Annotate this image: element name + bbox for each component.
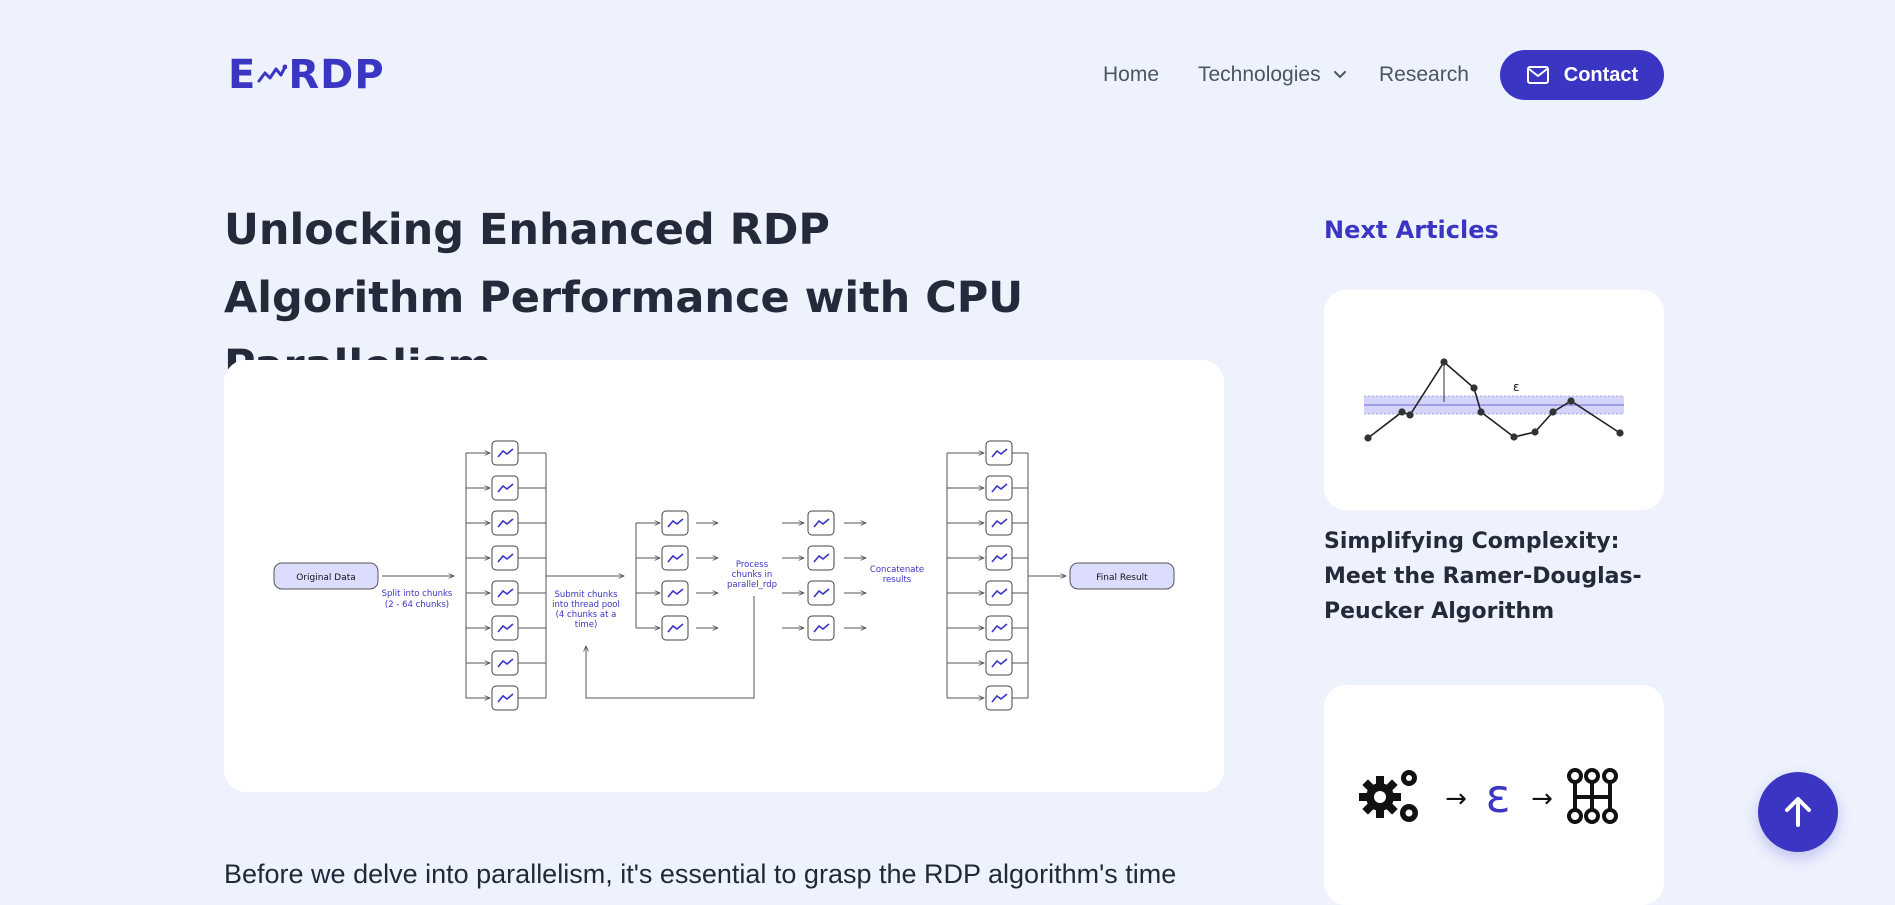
submit-label-2: into thread pool (552, 600, 620, 610)
epsilon-label: ε (1513, 380, 1520, 394)
nav-home-link[interactable]: Home (1103, 63, 1159, 87)
gears-icon (1359, 770, 1418, 822)
gear-tooth (1376, 776, 1384, 784)
submit-label-3: (4 chunks at a (556, 610, 617, 620)
next-articles-heading: Next Articles (1324, 216, 1499, 244)
contact-button-label: Contact (1563, 63, 1639, 86)
article-figure: Original Data Split into chunks (2 - 64 … (224, 360, 1224, 792)
nav-technologies-dropdown[interactable]: Technologies (1198, 63, 1347, 87)
next-article-card-1-image[interactable]: ε (1324, 290, 1664, 510)
svg-text:→: → (1531, 784, 1553, 814)
contact-button[interactable]: Contact (1500, 50, 1664, 100)
process-label-3: parallel_rdp (727, 580, 777, 590)
concat-label-2: results (883, 575, 912, 585)
arrow-up-icon (1785, 797, 1811, 827)
gear-tooth (1359, 793, 1367, 801)
back-to-top-button[interactable] (1758, 772, 1838, 852)
submit-label-1: Submit chunks (554, 590, 618, 600)
parallel-rdp-flow-diagram: Original Data Split into chunks (2 - 64 … (273, 440, 1175, 711)
process-label-1: Process (736, 560, 769, 570)
split-label-1: Split into chunks (382, 589, 453, 599)
gear-tooth (1393, 793, 1401, 801)
final-result-label: Final Result (1096, 573, 1148, 583)
site-header: E RDP Home Technologies Research Contact (0, 0, 1895, 150)
concat-label-1: Concatenate (870, 565, 924, 575)
chevron-down-icon (1333, 71, 1346, 79)
epsilon-symbol: ε (1486, 769, 1511, 823)
svg-text:→: → (1445, 784, 1467, 814)
gear-tooth (1376, 810, 1384, 818)
next-article-title-1[interactable]: Simplifying Complexity: Meet the Ramer-D… (1324, 524, 1664, 629)
gears-epsilon-network-illustration: → ε → (1359, 768, 1618, 824)
split-label-2: (2 - 64 chunks) (385, 600, 449, 610)
main-nav: Home Technologies Research Contact (0, 50, 1895, 100)
nav-technologies-label: Technologies (1198, 63, 1321, 86)
original-data-label: Original Data (296, 573, 356, 583)
next-article-card-2-image[interactable]: → ε → (1324, 685, 1664, 905)
nav-research-link[interactable]: Research (1379, 63, 1469, 87)
mail-icon (1526, 66, 1549, 84)
rdp-polyline-illustration: ε (1364, 358, 1624, 442)
network-icon (1567, 768, 1618, 824)
submit-label-4: time) (575, 620, 598, 630)
article-paragraph: Before we delve into parallelism, it's e… (224, 859, 1177, 889)
process-label-2: chunks in (732, 570, 773, 580)
